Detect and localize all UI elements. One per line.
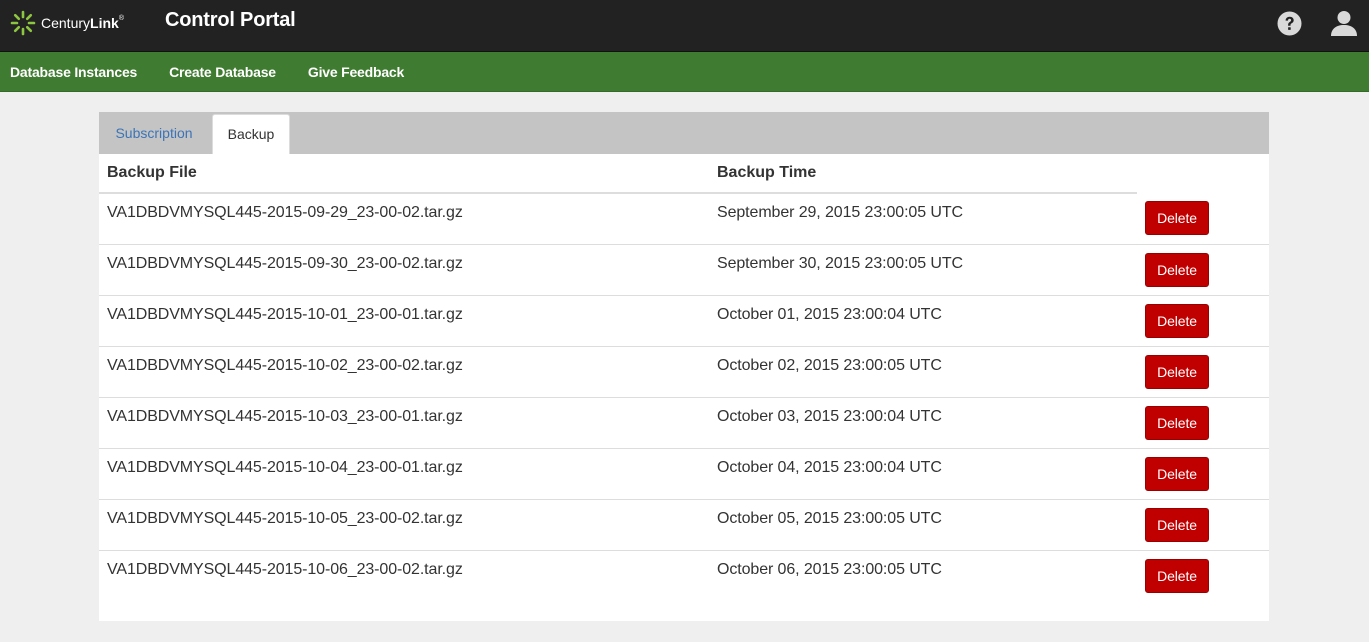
delete-button[interactable]: Delete: [1145, 456, 1209, 491]
action-cell: Delete: [1137, 243, 1269, 295]
backup-file-cell: VA1DBDVMYSQL445-2015-10-03_23-00-01.tar.…: [99, 396, 709, 448]
table-row: VA1DBDVMYSQL445-2015-10-01_23-00-01.tar.…: [99, 294, 1269, 346]
backup-file-cell: VA1DBDVMYSQL445-2015-09-29_23-00-02.tar.…: [107, 204, 463, 221]
brand-name: CenturyLink®: [41, 15, 124, 31]
delete-button[interactable]: Delete: [1145, 354, 1209, 389]
action-cell: Delete: [1137, 345, 1269, 397]
brand-bold: Link: [90, 15, 119, 31]
delete-button[interactable]: Delete: [1145, 405, 1209, 440]
delete-button[interactable]: Delete: [1145, 507, 1209, 542]
backup-time-cell: October 01, 2015 23:00:04 UTC: [709, 294, 1137, 346]
backup-time-cell: September 29, 2015 23:00:05 UTC: [717, 204, 963, 221]
action-cell: Delete: [1137, 396, 1269, 448]
table-row: VA1DBDVMYSQL445-2015-09-30_23-00-02.tar.…: [99, 243, 1269, 295]
column-header-backup-file: Backup File: [99, 154, 709, 194]
backup-panel: Subscription Backup Backup File Backup T…: [99, 112, 1269, 621]
backup-time-cell: September 30, 2015 23:00:05 UTC: [709, 243, 1137, 295]
top-header: CenturyLink® Control Portal: [0, 0, 1369, 52]
main-nav: Database Instances Create Database Give …: [0, 52, 1369, 92]
backup-file-cell: VA1DBDVMYSQL445-2015-10-01_23-00-01.tar.…: [99, 294, 709, 346]
backup-time-cell: October 04, 2015 23:00:04 UTC: [709, 447, 1137, 499]
table-row: VA1DBDVMYSQL445-2015-10-03_23-00-01.tar.…: [99, 396, 1269, 448]
brand-mark: ®: [118, 15, 124, 22]
action-cell: Delete: [1137, 447, 1269, 499]
backup-time-cell: October 06, 2015 23:00:05 UTC: [709, 549, 1137, 601]
backup-file-cell: VA1DBDVMYSQL445-2015-09-30_23-00-02.tar.…: [99, 243, 709, 295]
column-header-action: [1137, 154, 1269, 193]
question-circle-icon[interactable]: [1277, 11, 1302, 41]
table-row: VA1DBDVMYSQL445-2015-09-29_23-00-02.tar.…: [99, 193, 1269, 244]
action-cell: Delete: [1137, 498, 1269, 550]
tab-strip: Subscription Backup: [99, 112, 1269, 154]
brand-prefix: Century: [41, 15, 91, 31]
delete-button[interactable]: Delete: [1145, 201, 1209, 235]
action-cell: Delete: [1137, 294, 1269, 346]
backup-time-cell: October 03, 2015 23:00:04 UTC: [709, 396, 1137, 448]
backup-file-cell: VA1DBDVMYSQL445-2015-10-06_23-00-02.tar.…: [99, 549, 709, 601]
delete-button[interactable]: Delete: [1145, 303, 1209, 338]
action-cell: Delete: [1137, 549, 1269, 601]
backup-file-cell: VA1DBDVMYSQL445-2015-10-02_23-00-02.tar.…: [99, 345, 709, 397]
action-cell: Delete: [1137, 193, 1269, 244]
table-row: VA1DBDVMYSQL445-2015-10-02_23-00-02.tar.…: [99, 345, 1269, 397]
table-header-row: Backup File Backup Time: [99, 154, 1269, 194]
backup-time-cell: October 02, 2015 23:00:05 UTC: [709, 345, 1137, 397]
backup-file-cell: VA1DBDVMYSQL445-2015-10-04_23-00-01.tar.…: [99, 447, 709, 499]
column-header-backup-time: Backup Time: [709, 154, 1137, 194]
backup-time-cell: October 05, 2015 23:00:05 UTC: [709, 498, 1137, 550]
table-row: VA1DBDVMYSQL445-2015-10-04_23-00-01.tar.…: [99, 447, 1269, 499]
backup-file-cell: VA1DBDVMYSQL445-2015-10-05_23-00-02.tar.…: [99, 498, 709, 550]
delete-button[interactable]: Delete: [1145, 558, 1209, 593]
delete-button[interactable]: Delete: [1145, 252, 1209, 287]
nav-database-instances[interactable]: Database Instances: [10, 64, 137, 80]
user-icon[interactable]: [1330, 9, 1358, 42]
backup-table: Backup File Backup Time VA1DBDVMYSQL445-…: [99, 154, 1269, 601]
nav-give-feedback[interactable]: Give Feedback: [308, 64, 404, 80]
tab-subscription[interactable]: Subscription: [99, 112, 209, 154]
centurylink-logo[interactable]: CenturyLink®: [10, 10, 124, 36]
table-row: VA1DBDVMYSQL445-2015-10-06_23-00-02.tar.…: [99, 549, 1269, 601]
tab-backup[interactable]: Backup: [212, 114, 290, 154]
nav-create-database[interactable]: Create Database: [169, 64, 276, 80]
portal-title: Control Portal: [165, 9, 296, 31]
table-row: VA1DBDVMYSQL445-2015-10-05_23-00-02.tar.…: [99, 498, 1269, 550]
centurylink-logo-icon: [10, 10, 36, 36]
